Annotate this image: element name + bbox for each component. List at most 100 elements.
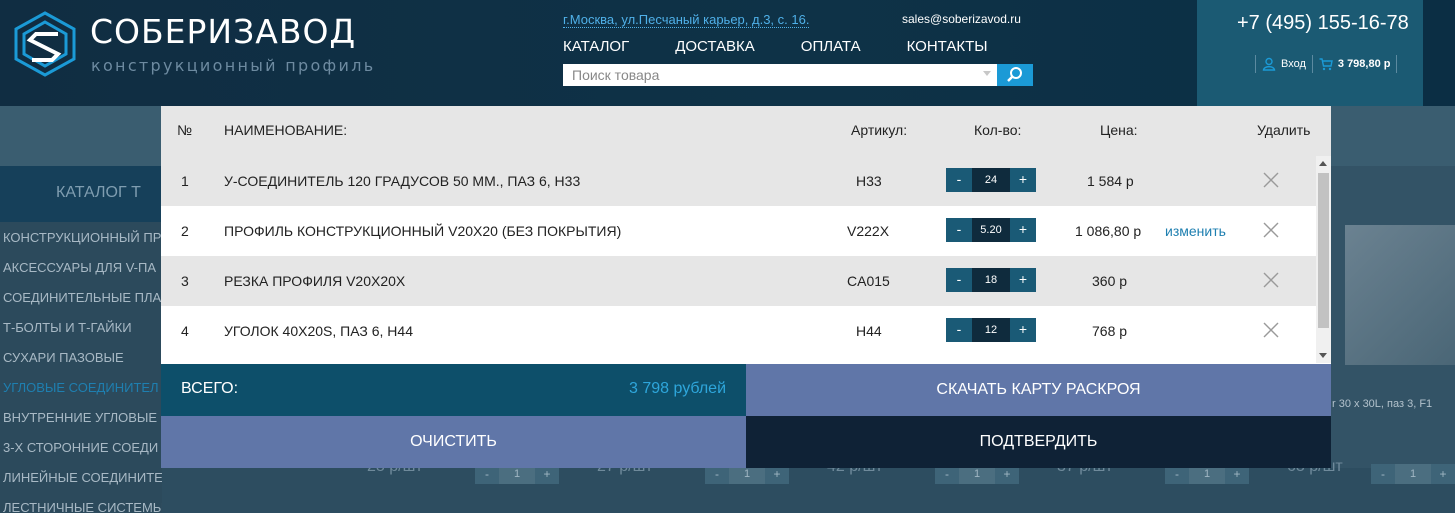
row-price: 1 086,80 р	[1075, 223, 1142, 239]
product-qty-stepper[interactable]: - 1 +	[1371, 464, 1455, 484]
product-image[interactable]	[1345, 225, 1455, 365]
cart-scrollbar[interactable]	[1316, 156, 1331, 363]
edit-link[interactable]: изменить	[1165, 223, 1226, 239]
contact-box: +7 (495) 155-16-78 Вход 3 798,80 р	[1197, 0, 1423, 106]
divider	[1396, 55, 1398, 73]
catalog-sidebar-list: КОНСТРУКЦИОННЫЙ ПР АКСЕССУАРЫ ДЛЯ V-ПА С…	[0, 226, 162, 513]
scroll-down-icon[interactable]	[1319, 353, 1327, 358]
qty-value[interactable]: 24	[972, 168, 1010, 192]
search-input[interactable]	[563, 64, 997, 86]
sidebar-item[interactable]: ЛИНЕЙНЫЕ СОЕДИНИТЕЛИ	[0, 466, 162, 496]
qty-plus-button[interactable]: +	[1010, 318, 1036, 342]
sidebar-item[interactable]: ЛЕСТНИЧНЫЕ СИСТЕМЫ	[0, 496, 162, 513]
sidebar-item[interactable]: 3-Х СТОРОННИЕ СОЕДИ	[0, 436, 162, 466]
row-sku: CA015	[847, 273, 890, 289]
row-num: 2	[181, 223, 189, 239]
clear-cart-button[interactable]: ОЧИСТИТЬ	[161, 416, 746, 468]
cart-row: 4 УГОЛОК 40Х20S, ПАЗ 6, Н44 Н44 - 12 + 7…	[161, 306, 1316, 356]
divider	[1255, 55, 1256, 73]
qty-stepper: - 5.20 +	[946, 218, 1036, 242]
row-name[interactable]: УГОЛОК 40Х20S, ПАЗ 6, Н44	[224, 323, 413, 339]
main-nav: КАТАЛОГ ДОСТАВКА ОПЛАТА КОНТАКТЫ	[563, 38, 988, 55]
qty-plus-button[interactable]: +	[1010, 218, 1036, 242]
sidebar-item[interactable]: СУХАРИ ПАЗОВЫЕ	[0, 346, 162, 376]
col-header-sku: Артикул:	[851, 122, 908, 138]
search-dropdown-caret-icon[interactable]	[983, 71, 991, 76]
qty-value[interactable]: 18	[972, 268, 1010, 292]
close-icon[interactable]	[1262, 171, 1280, 189]
download-cutting-map-button[interactable]: СКАЧАТЬ КАРТУ РАСКРОЯ	[746, 364, 1331, 416]
soberizavod-logo-icon[interactable]	[10, 10, 80, 78]
account-bar: Вход 3 798,80 р	[1249, 55, 1403, 73]
col-header-price: Цена:	[1100, 122, 1138, 138]
qty-plus-button[interactable]: +	[1431, 464, 1455, 484]
close-icon[interactable]	[1262, 321, 1280, 339]
brand-tagline: конструкционный профиль	[91, 56, 376, 75]
row-name[interactable]: РЕЗКА ПРОФИЛЯ V20Х20Х	[224, 273, 405, 289]
cart-icon[interactable]	[1319, 57, 1333, 71]
search-bar	[563, 64, 1033, 86]
qty-minus-button[interactable]: -	[946, 218, 972, 242]
row-sku: Н33	[856, 173, 882, 189]
row-price: 360 р	[1092, 273, 1128, 289]
row-num: 4	[181, 323, 189, 339]
search-button[interactable]	[997, 64, 1033, 86]
catalog-sidebar-title: КАТАЛОГ Т	[56, 184, 141, 201]
catalog-sidebar-header: КАТАЛОГ Т	[0, 166, 162, 222]
user-icon[interactable]	[1262, 57, 1276, 71]
sidebar-item[interactable]: ВНУТРЕННИЕ УГЛОВЫЕ	[0, 406, 162, 436]
cart-rows: 1 У-СОЕДИНИТЕЛЬ 120 ГРАДУСОВ 50 ММ., ПАЗ…	[161, 156, 1316, 363]
site-header: СОБЕРИЗАВОД конструкционный профиль г.Мо…	[0, 0, 1455, 106]
row-price: 768 р	[1092, 323, 1128, 339]
qty-minus-button[interactable]: -	[1371, 464, 1395, 484]
product-caption[interactable]: r 30 x 30L, паз 3, F1	[1332, 398, 1432, 410]
col-header-name: НАИМЕНОВАНИЕ:	[224, 122, 348, 138]
sidebar-item[interactable]: Т-БОЛТЫ И Т-ГАЙКИ	[0, 316, 162, 346]
product-grid-strip	[162, 468, 1455, 513]
qty-minus-button[interactable]: -	[946, 318, 972, 342]
cart-total-link[interactable]: 3 798,80 р	[1338, 58, 1391, 70]
row-name[interactable]: ПРОФИЛЬ КОНСТРУКЦИОННЫЙ V20Х20 (БЕЗ ПОКР…	[224, 223, 621, 239]
brand-name[interactable]: СОБЕРИЗАВОД	[90, 12, 356, 51]
total-value: 3 798 рублей	[629, 380, 726, 397]
cart-row: 3 РЕЗКА ПРОФИЛЯ V20Х20Х CA015 - 18 + 360…	[161, 256, 1316, 306]
cart-table-header: № НАИМЕНОВАНИЕ: Артикул: Кол-во: Цена: У…	[161, 106, 1331, 156]
qty-minus-button[interactable]: -	[946, 168, 972, 192]
qty-plus-button[interactable]: +	[1010, 168, 1036, 192]
qty-value[interactable]: 1	[1395, 464, 1431, 484]
phone-number[interactable]: +7 (495) 155-16-78	[1237, 12, 1409, 35]
close-icon[interactable]	[1262, 221, 1280, 239]
qty-value[interactable]: 5.20	[972, 218, 1010, 242]
qty-value[interactable]: 12	[972, 318, 1010, 342]
nav-payment[interactable]: ОПЛАТА	[801, 38, 861, 55]
qty-plus-button[interactable]: +	[1010, 268, 1036, 292]
nav-contacts[interactable]: КОНТАКТЫ	[907, 38, 988, 55]
cart-row: 1 У-СОЕДИНИТЕЛЬ 120 ГРАДУСОВ 50 ММ., ПАЗ…	[161, 156, 1316, 206]
sidebar-item[interactable]: АКСЕССУАРЫ ДЛЯ V-ПА	[0, 256, 162, 286]
sidebar-item[interactable]: КОНСТРУКЦИОННЫЙ ПР	[0, 226, 162, 256]
row-sku: Н44	[856, 323, 882, 339]
address-link[interactable]: г.Москва, ул.Песчаный карьер, д.3, с. 16…	[563, 12, 810, 28]
scroll-up-icon[interactable]	[1319, 161, 1327, 166]
qty-stepper: - 12 +	[946, 318, 1036, 342]
login-link[interactable]: Вход	[1281, 58, 1306, 70]
sidebar-item-active[interactable]: УГЛОВЫЕ СОЕДИНИТЕЛ	[0, 376, 162, 406]
scroll-thumb[interactable]	[1318, 173, 1329, 328]
col-header-num: №	[177, 122, 193, 138]
nav-catalog[interactable]: КАТАЛОГ	[563, 38, 629, 55]
email-link[interactable]: sales@soberizavod.ru	[902, 12, 1021, 26]
row-num: 3	[181, 273, 189, 289]
search-icon	[1007, 67, 1022, 82]
qty-minus-button[interactable]: -	[946, 268, 972, 292]
cart-total-bar: ВСЕГО: 3 798 рублей	[161, 364, 746, 416]
nav-delivery[interactable]: ДОСТАВКА	[675, 38, 755, 55]
qty-stepper: - 24 +	[946, 168, 1036, 192]
col-header-qty: Кол-во:	[974, 122, 1022, 138]
row-num: 1	[181, 173, 189, 189]
qty-stepper: - 18 +	[946, 268, 1036, 292]
divider	[1311, 55, 1313, 73]
close-icon[interactable]	[1262, 271, 1280, 289]
sidebar-item[interactable]: СОЕДИНИТЕЛЬНЫЕ ПЛА	[0, 286, 162, 316]
confirm-order-button[interactable]: ПОДТВЕРДИТЬ	[746, 416, 1331, 468]
row-name[interactable]: У-СОЕДИНИТЕЛЬ 120 ГРАДУСОВ 50 ММ., ПАЗ 6…	[224, 173, 580, 189]
